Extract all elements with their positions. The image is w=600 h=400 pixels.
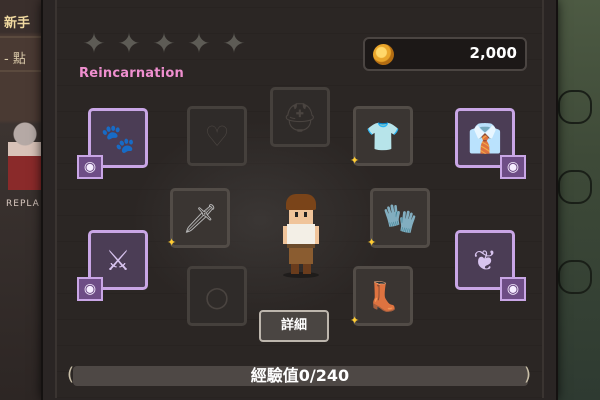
necklace-icon: ♡	[204, 119, 230, 153]
boots-slot[interactable]: 👢 ✦	[350, 266, 413, 327]
cape-slot[interactable]: 👔 ◉	[455, 108, 526, 179]
wings-slot[interactable]: ❦ ◉	[455, 230, 526, 301]
eye-icon[interactable]: ◉	[500, 155, 526, 179]
ring-icon: ○	[204, 279, 230, 313]
background-right	[550, 0, 600, 400]
ring-slot[interactable]: ○	[187, 266, 247, 326]
pet-slot[interactable]: 🐾 ◉	[77, 108, 148, 179]
sparkle-icon: ✦	[350, 154, 360, 167]
details-button[interactable]: 詳細	[259, 310, 329, 342]
sparkle-icon: ✦	[167, 236, 177, 249]
star-icon: ✦	[117, 27, 141, 60]
boot-icon: 👢	[365, 279, 401, 313]
star-icon: ✦	[187, 27, 211, 60]
armor-icon: 👕	[365, 119, 401, 153]
coin-icon	[373, 44, 394, 65]
character-backdrop	[130, 120, 390, 320]
background-character	[8, 120, 42, 190]
background-menu-label: 新手	[4, 16, 31, 31]
costume-weapon-slot[interactable]: ⚔ ◉	[77, 230, 148, 301]
helmet-slot[interactable]: ⛑	[270, 87, 330, 147]
background-left: 新手 - 點 REPLA	[0, 0, 48, 400]
sparkle-icon: ✦	[350, 314, 360, 327]
rank-stars: ✦ ✦ ✦ ✦ ✦	[80, 30, 248, 58]
sword-icon: 🗡	[182, 201, 218, 235]
background-subtitle: - 點	[4, 52, 26, 67]
eye-icon[interactable]: ◉	[77, 155, 103, 179]
glove-icon: 🧤	[382, 201, 418, 235]
necklace-slot[interactable]: ♡	[187, 106, 247, 166]
background-replay-text: REPLA	[6, 199, 40, 209]
coin-counter: 2,000	[363, 37, 527, 71]
sparkle-icon: ✦	[367, 236, 377, 249]
armor-slot[interactable]: 👕 ✦	[350, 106, 413, 167]
weapon-slot[interactable]: 🗡 ✦	[167, 188, 230, 249]
eye-icon[interactable]: ◉	[77, 277, 103, 301]
helmet-icon: ⛑	[282, 100, 318, 134]
star-icon: ✦	[152, 27, 176, 60]
star-icon: ✦	[82, 27, 106, 60]
gloves-slot[interactable]: 🧤 ✦	[367, 188, 430, 249]
eye-icon[interactable]: ◉	[500, 277, 526, 301]
player-character	[283, 194, 319, 278]
experience-text: 經驗值0/240	[250, 366, 350, 385]
reincarnation-title: Reincarnation	[79, 66, 184, 81]
coin-amount: 2,000	[469, 44, 517, 62]
star-icon: ✦	[222, 27, 246, 60]
